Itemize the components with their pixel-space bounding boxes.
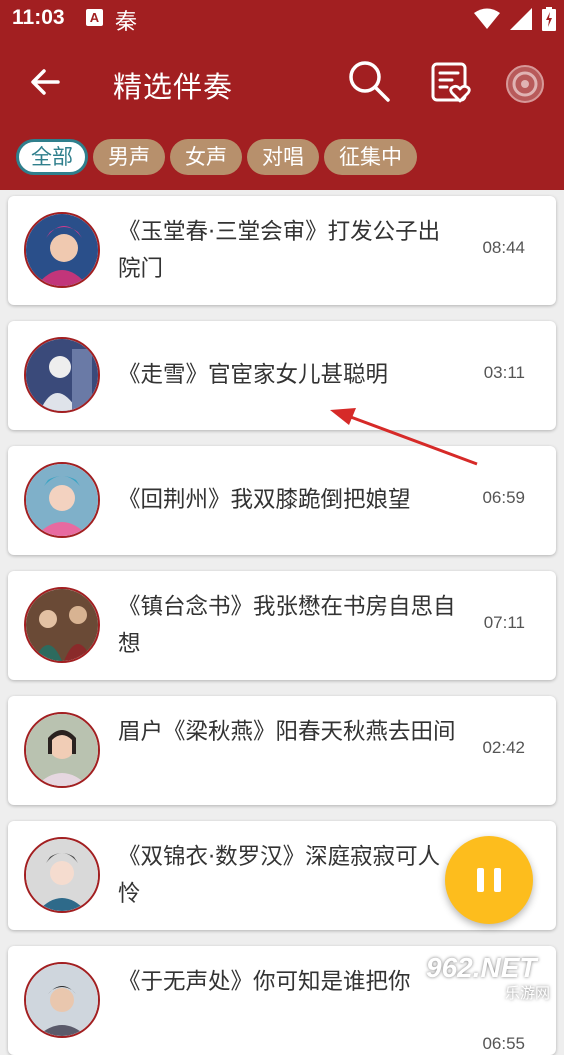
notification-app-label: 秦 — [115, 10, 138, 35]
app-logo-icon[interactable] — [505, 64, 545, 104]
pause-icon — [477, 868, 484, 892]
list-item[interactable]: 《镇台念书》我张懋在书房自思自想 07:11 — [8, 571, 556, 680]
status-bar: 11:03 A 秦 — [0, 0, 564, 38]
pause-button[interactable] — [445, 836, 533, 924]
status-icons — [474, 6, 556, 32]
toolbar: 精选伴奏 — [0, 40, 564, 126]
avatar — [24, 587, 100, 663]
avatar — [24, 712, 100, 788]
arrow-left-icon[interactable] — [26, 62, 66, 102]
chip-duet[interactable]: 对唱 — [247, 139, 319, 175]
track-title: 《回荆州》我双膝跪倒把娘望 — [118, 487, 411, 513]
wifi-icon — [474, 8, 500, 29]
watermark: 962.NET 乐游网 — [426, 950, 562, 1002]
track-duration: 03:11 — [483, 363, 525, 382]
filter-chips: 全部 男声 女声 对唱 征集中 — [16, 139, 417, 175]
page-title: 精选伴奏 — [113, 70, 234, 104]
avatar — [24, 212, 100, 288]
notification-badge-icon: A — [86, 9, 103, 26]
avatar — [24, 837, 100, 913]
track-title: 《玉堂春·三堂会审》打发公子出院门 — [118, 219, 441, 282]
track-title: 《镇台念书》我张懋在书房自思自想 — [118, 594, 456, 657]
chip-male[interactable]: 男声 — [93, 139, 165, 175]
track-duration: 08:44 — [482, 238, 525, 257]
list-item[interactable]: 眉户《梁秋燕》阳春天秋燕去田间 02:42 — [8, 696, 556, 805]
signal-icon — [510, 8, 532, 30]
avatar — [24, 337, 100, 413]
track-title: 《双锦衣·数罗汉》深庭寂寂可人怜 — [118, 844, 441, 907]
track-duration: 07:11 — [483, 613, 525, 632]
track-duration: 02:42 — [482, 738, 525, 757]
track-duration: 06:55 — [482, 1034, 525, 1053]
list-item[interactable]: 《走雪》官宦家女儿甚聪明 03:11 — [8, 321, 556, 430]
battery-icon — [542, 7, 556, 31]
watermark-sub: 乐游网 — [505, 984, 551, 1002]
search-icon[interactable] — [346, 58, 392, 104]
chip-collecting[interactable]: 征集中 — [324, 139, 417, 175]
pause-icon — [494, 868, 501, 892]
watermark-main: 962.NET — [426, 952, 537, 983]
status-time: 11:03 — [12, 6, 65, 29]
track-title: 眉户《梁秋燕》阳春天秋燕去田间 — [118, 719, 456, 745]
app-bar: 11:03 A 秦 精选伴奏 全部 男声 女声 对唱 征集中 — [0, 0, 564, 190]
avatar — [24, 962, 100, 1038]
avatar — [24, 462, 100, 538]
list-item[interactable]: 《回荆州》我双膝跪倒把娘望 06:59 — [8, 446, 556, 555]
list-item[interactable]: 《玉堂春·三堂会审》打发公子出院门 08:44 — [8, 196, 556, 305]
chip-all[interactable]: 全部 — [16, 139, 88, 175]
favorite-list-icon[interactable] — [430, 61, 472, 103]
track-title: 《于无声处》你可知是谁把你 — [118, 969, 411, 995]
chip-female[interactable]: 女声 — [170, 139, 242, 175]
track-duration: 06:59 — [482, 488, 525, 507]
track-title: 《走雪》官宦家女儿甚聪明 — [118, 362, 389, 388]
